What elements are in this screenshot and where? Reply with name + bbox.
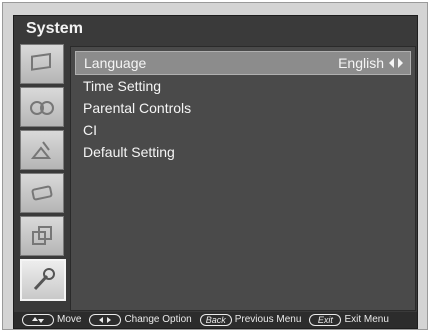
system-icon	[33, 268, 55, 291]
settings-menu: Language English Time Setting Parental C…	[75, 51, 411, 163]
sidebar-item-channel[interactable]	[20, 130, 64, 170]
hint-back-label: Previous Menu	[234, 314, 302, 325]
menu-item-ci[interactable]: CI	[75, 119, 411, 141]
left-right-key-icon	[89, 314, 122, 326]
sidebar-item-source[interactable]	[20, 173, 64, 213]
menu-item-label: Language	[84, 55, 147, 71]
menu-item-label: Time Setting	[83, 78, 162, 94]
sidebar-item-picture[interactable]	[20, 44, 64, 84]
screen-icon	[32, 226, 52, 245]
language-value: English	[338, 55, 384, 71]
menu-item-label: Default Setting	[83, 144, 175, 160]
page-title: System	[26, 20, 83, 37]
hint-exit: Exit Exit Menu	[309, 312, 389, 328]
system-menu-window: System Language English Time Setting Par…	[13, 15, 418, 329]
hint-move-label: Move	[57, 314, 82, 325]
hint-back: Back Previous Menu	[199, 312, 302, 328]
audio-icon	[30, 101, 54, 115]
category-sidebar	[20, 44, 68, 304]
left-right-arrow-icon[interactable]	[388, 57, 404, 69]
key-hint-bar: Move Change Option Back Previous Menu Ex…	[14, 312, 417, 328]
menu-item-default-setting[interactable]: Default Setting	[75, 141, 411, 163]
menu-item-label: CI	[83, 122, 97, 138]
source-icon	[31, 185, 53, 201]
channel-icon	[30, 141, 52, 159]
hint-exit-label: Exit Menu	[344, 314, 389, 325]
tv-menu-frame: System Language English Time Setting Par…	[2, 2, 428, 330]
sidebar-item-system[interactable]	[20, 259, 66, 301]
sidebar-item-screen[interactable]	[20, 216, 64, 256]
hint-change-label: Change Option	[124, 314, 192, 325]
menu-content-panel: Language English Time Setting Parental C…	[70, 46, 416, 311]
left-right-arrow-icon	[99, 317, 112, 323]
sidebar-item-audio[interactable]	[20, 87, 64, 127]
menu-item-time-setting[interactable]: Time Setting	[75, 75, 411, 97]
menu-item-label: Parental Controls	[83, 100, 192, 116]
menu-item-parental-controls[interactable]: Parental Controls	[75, 97, 411, 119]
hint-change-option: Change Option	[89, 312, 192, 328]
picture-icon	[31, 53, 51, 71]
up-down-arrow-icon	[32, 317, 44, 323]
up-down-key-icon	[22, 314, 54, 326]
menu-item-language[interactable]: Language English	[75, 51, 411, 75]
back-key: Back	[199, 314, 232, 326]
hint-move: Move	[22, 312, 81, 328]
exit-key: Exit	[309, 314, 342, 326]
